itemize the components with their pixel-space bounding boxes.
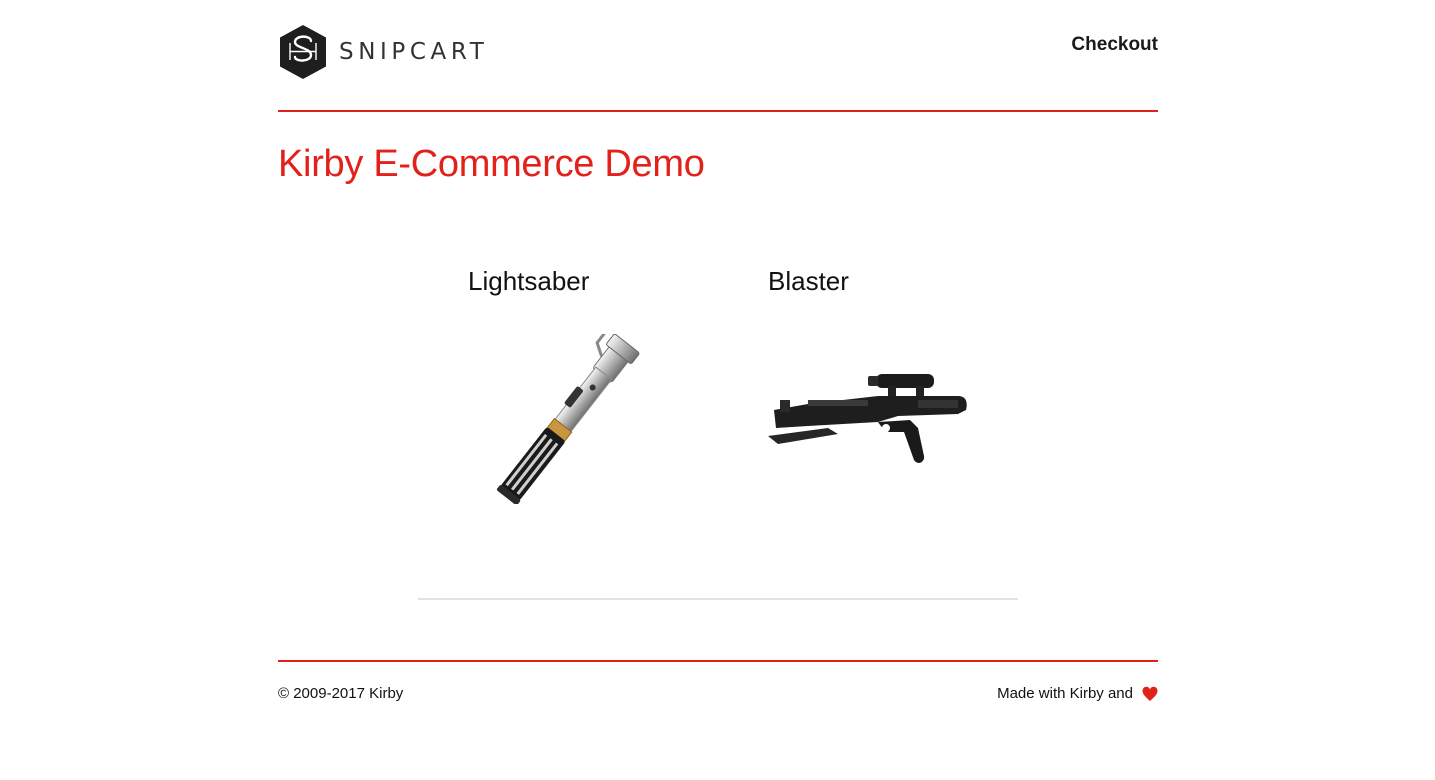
page-title: Kirby E-Commerce Demo [278, 143, 705, 185]
content-divider [418, 598, 1018, 600]
copyright-text: © 2009-2017 Kirby [278, 685, 404, 702]
product-name: Lightsaber [468, 266, 590, 296]
product-name: Blaster [768, 266, 849, 296]
snipcart-logo-icon [280, 25, 326, 79]
made-with-text: Made with Kirby and [997, 685, 1133, 702]
snipcart-logo[interactable]: SNIPCART [278, 24, 488, 80]
heart-icon [1142, 686, 1158, 701]
logo-text: SNIPCART [339, 39, 489, 65]
product-card-lightsaber[interactable]: Lightsaber [468, 266, 640, 504]
lightsaber-image [496, 334, 640, 504]
header-divider [278, 110, 1158, 112]
footer-divider [278, 660, 1158, 662]
made-with-credit: Made with Kirby and [997, 685, 1158, 702]
blaster-image [768, 374, 967, 463]
product-card-blaster[interactable]: Blaster [768, 266, 967, 463]
checkout-link[interactable]: Checkout [1071, 34, 1158, 56]
